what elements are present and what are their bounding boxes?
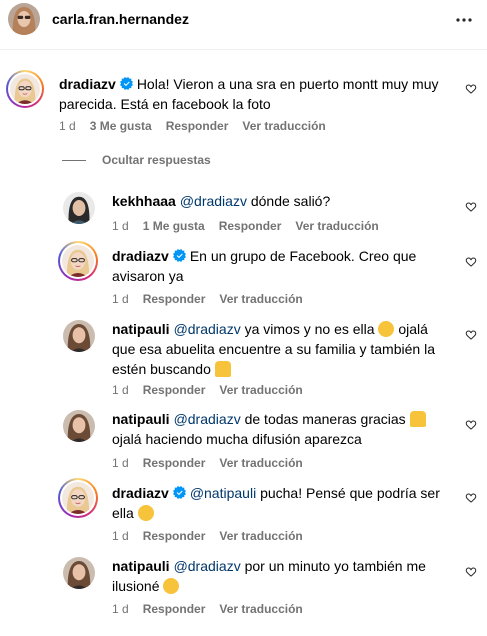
comment-text: ya vimos y no es ella (240, 321, 379, 337)
translate-button[interactable]: Ver traducción (295, 219, 378, 233)
comment-username[interactable]: natipauli (112, 411, 170, 427)
avatar[interactable] (63, 192, 95, 224)
comment-time: 1 d (112, 602, 129, 616)
comment-time: 1 d (112, 383, 129, 397)
avatar[interactable] (63, 410, 95, 442)
heart-icon[interactable] (465, 566, 477, 578)
verified-badge-icon (173, 249, 186, 262)
comment-text: ojalá haciendo mucha difusión aparezca (112, 431, 362, 447)
comment-text: avisaron ya (112, 268, 184, 284)
avatar[interactable] (63, 320, 95, 352)
comment-text: por un minuto yo también me (240, 558, 426, 574)
comment-meta: 1 d 1 Me gusta Responder Ver traducción (112, 219, 393, 233)
post-header: carla.fran.hernandez (0, 0, 487, 50)
more-horizontal-icon[interactable] (452, 8, 476, 32)
comment-text: de todas maneras gracias (240, 411, 406, 427)
comment-text: ilusioné (112, 578, 160, 594)
heart-icon[interactable] (465, 492, 477, 504)
story-ring[interactable] (6, 70, 44, 108)
translate-button[interactable]: Ver traducción (219, 383, 302, 397)
comment-username[interactable]: natipauli (112, 321, 170, 337)
translate-button[interactable]: Ver traducción (219, 602, 302, 616)
translate-button[interactable]: Ver traducción (219, 529, 302, 543)
translate-button[interactable]: Ver traducción (219, 456, 302, 470)
comment-meta: 1 d Responder Ver traducción (112, 602, 317, 616)
reply-button[interactable]: Responder (219, 219, 282, 233)
likes-count[interactable]: 3 Me gusta (90, 119, 152, 133)
pleading-face-icon (163, 578, 180, 594)
translate-button[interactable]: Ver traducción (242, 119, 325, 133)
divider-line (62, 159, 86, 161)
comment-text: En un grupo de Facebook. Creo que (189, 248, 417, 264)
mention-link[interactable]: @dradiazv (180, 193, 247, 209)
folded-hands-icon (409, 411, 426, 427)
reply-button[interactable]: Responder (143, 292, 206, 306)
story-ring[interactable] (58, 241, 98, 281)
comment-text: ella (112, 505, 134, 521)
worried-face-icon (137, 505, 154, 521)
reply-button[interactable]: Responder (143, 383, 206, 397)
avatar (62, 482, 94, 514)
heart-icon[interactable] (465, 83, 477, 95)
reply-button[interactable]: Responder (143, 602, 206, 616)
comment-time: 1 d (112, 292, 129, 306)
comment-meta: 1 d Responder Ver traducción (112, 383, 317, 397)
comment-time: 1 d (112, 529, 129, 543)
comment-username[interactable]: natipauli (112, 558, 170, 574)
avatar (10, 74, 40, 104)
comment-time: 1 d (59, 119, 76, 133)
comment-time: 1 d (112, 219, 129, 233)
comment-username[interactable]: dradiazv (112, 248, 169, 264)
author-avatar[interactable] (8, 3, 40, 35)
hide-replies-button[interactable]: Ocultar respuestas (62, 153, 211, 167)
author-username[interactable]: carla.fran.hernandez (52, 11, 189, 27)
heart-icon[interactable] (465, 329, 477, 341)
comment-text: dónde salió? (246, 193, 331, 209)
verified-badge-icon (173, 486, 186, 499)
translate-button[interactable]: Ver traducción (219, 292, 302, 306)
comment-meta: 1 d Responder Ver traducción (112, 292, 317, 306)
mention-link[interactable]: @dradiazv (174, 411, 241, 427)
comment-username[interactable]: kekhhaaa (112, 193, 176, 209)
avatar (62, 245, 94, 277)
comment-username[interactable]: dradiazv (59, 76, 116, 92)
comment-meta: 1 d 3 Me gusta Responder Ver traducción (59, 119, 340, 133)
heart-icon[interactable] (465, 201, 477, 213)
comment-meta: 1 d Responder Ver traducción (112, 456, 317, 470)
frowning-face-icon (378, 321, 395, 337)
reply-button[interactable]: Responder (166, 119, 229, 133)
comment-meta: 1 d Responder Ver traducción (112, 529, 317, 543)
heart-icon[interactable] (465, 419, 477, 431)
mention-link[interactable]: @natipauli (190, 485, 256, 501)
folded-hands-icon (214, 361, 231, 377)
mention-link[interactable]: @dradiazv (174, 558, 241, 574)
reply-button[interactable]: Responder (143, 529, 206, 543)
heart-icon[interactable] (465, 256, 477, 268)
avatar[interactable] (63, 557, 95, 589)
comment-text: ojalá (398, 321, 428, 337)
comment-username[interactable]: dradiazv (112, 485, 169, 501)
mention-link[interactable]: @dradiazv (174, 321, 241, 337)
comment-text: que esa abuelita encuentre a su familia … (112, 341, 435, 357)
comment-text: pucha! Pensé que podría ser (256, 485, 440, 501)
reply-button[interactable]: Responder (143, 456, 206, 470)
verified-badge-icon (120, 77, 133, 90)
story-ring[interactable] (58, 478, 98, 518)
comment-time: 1 d (112, 456, 129, 470)
hide-replies-label: Ocultar respuestas (102, 153, 211, 167)
comment-text: estén buscando (112, 361, 211, 377)
likes-count[interactable]: 1 Me gusta (143, 219, 205, 233)
